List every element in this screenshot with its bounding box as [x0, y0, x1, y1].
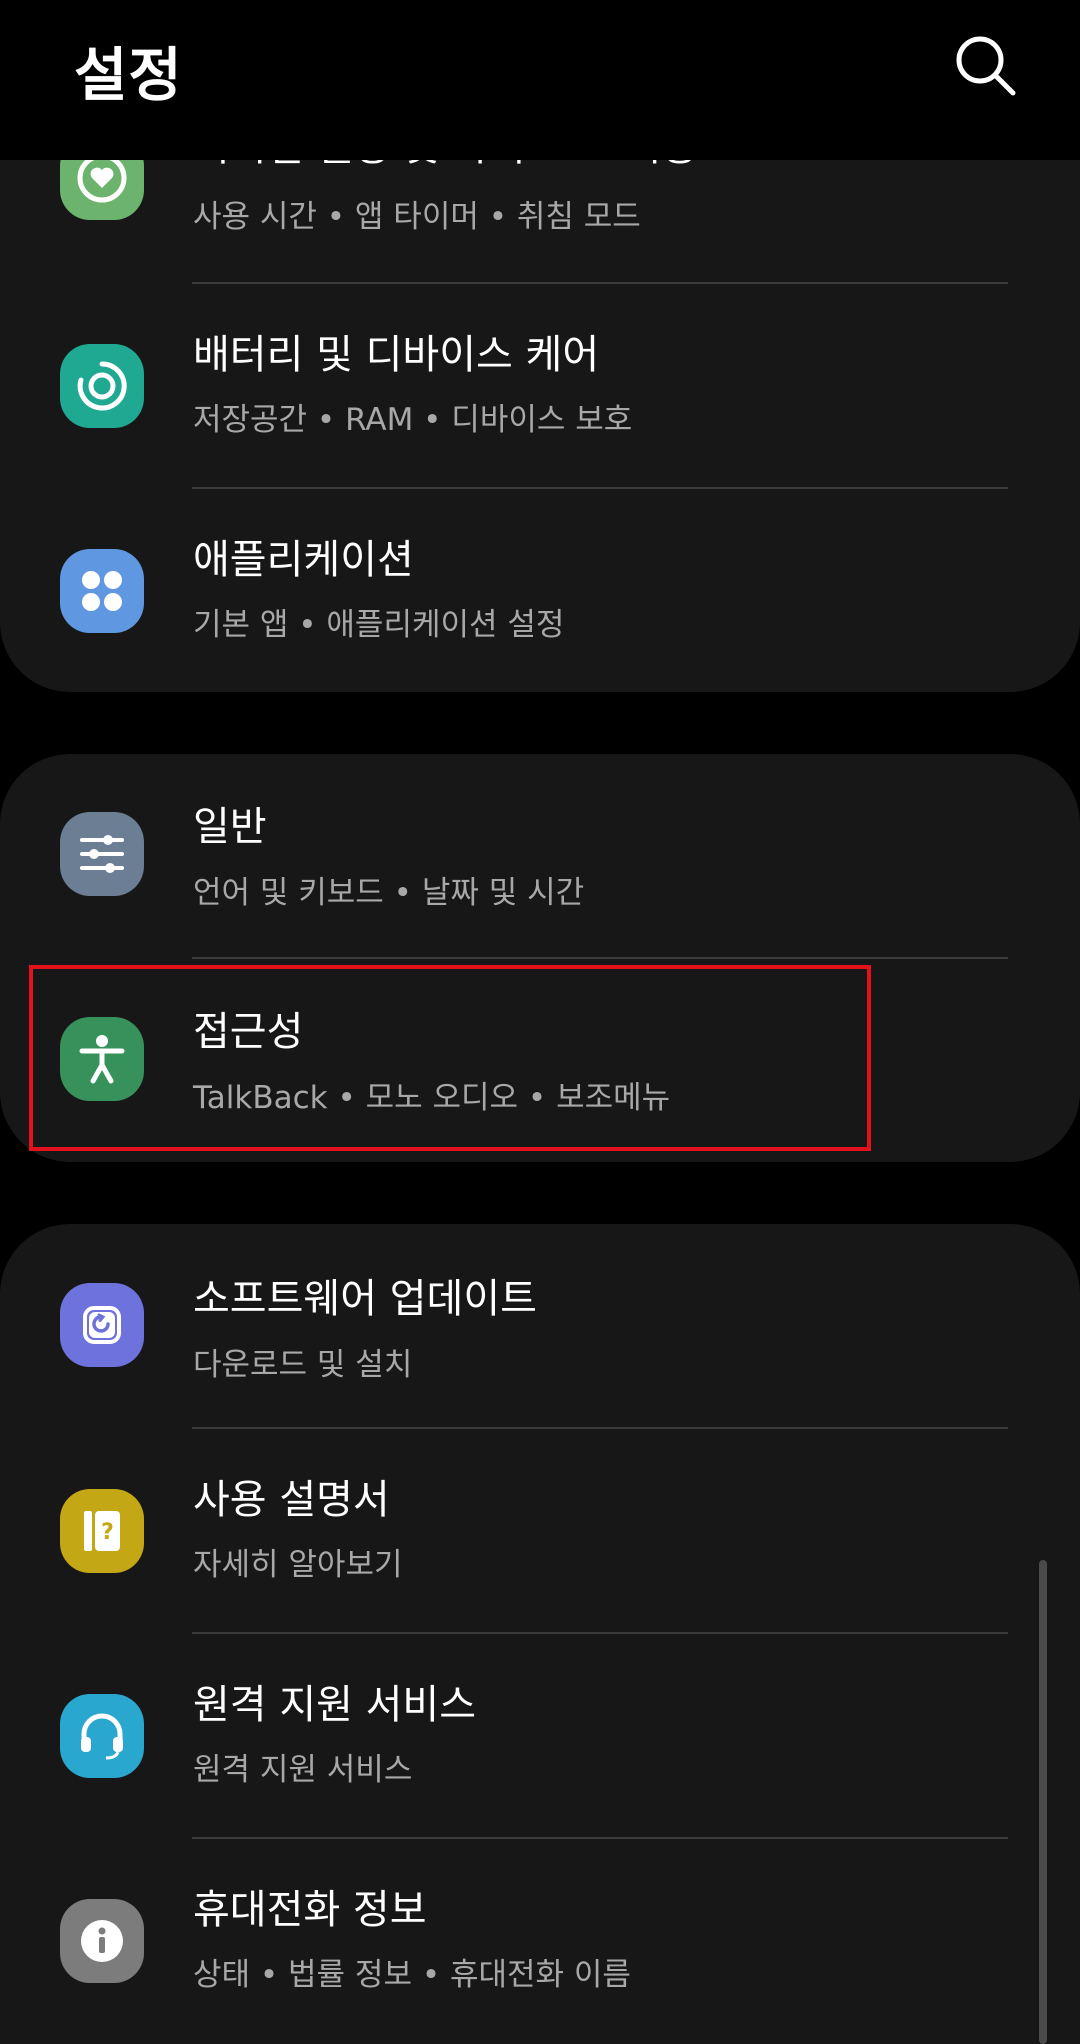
settings-item-subtitle: 사용 시간 • 앱 타이머 • 취침 모드 [193, 199, 641, 235]
app-header: 설정 [0, 0, 1080, 160]
apps-grid-icon [82, 571, 122, 611]
settings-item-title: 일반 [193, 804, 267, 850]
search-icon [956, 36, 1016, 96]
settings-item-applications[interactable]: 애플리케이션 기본 앱 • 애플리케이션 설정 [0, 489, 1080, 692]
software-update-icon [83, 1306, 121, 1344]
user-manual-icon: ? [84, 1511, 120, 1551]
settings-item-title: 원격 지원 서비스 [193, 1682, 477, 1728]
settings-item-software-update[interactable]: 소프트웨어 업데이트 다운로드 및 설치 [0, 1224, 1080, 1429]
settings-item-title: 디지털 웰빙 및 자녀 보호 기능 [193, 160, 698, 172]
settings-group-3: 소프트웨어 업데이트 다운로드 및 설치 ? 사용 설명서 자세히 알아보기 원… [0, 1224, 1080, 2044]
settings-item-remote-support[interactable]: 원격 지원 서비스 원격 지원 서비스 [0, 1634, 1080, 1839]
settings-item-user-manual[interactable]: ? 사용 설명서 자세히 알아보기 [0, 1429, 1080, 1634]
settings-item-digital-wellbeing[interactable]: 디지털 웰빙 및 자녀 보호 기능 사용 시간 • 앱 타이머 • 취침 모드 [0, 160, 1080, 284]
search-button[interactable] [950, 30, 1020, 100]
settings-item-subtitle: 자세히 알아보기 [193, 1547, 403, 1583]
settings-item-subtitle: 다운로드 및 설치 [193, 1347, 413, 1383]
settings-item-phone-info[interactable]: 휴대전화 정보 상태 • 법률 정보 • 휴대전화 이름 [0, 1839, 1080, 2044]
wellbeing-heart-icon [77, 160, 127, 203]
svg-text:?: ? [101, 1520, 114, 1545]
settings-item-title: 소프트웨어 업데이트 [193, 1276, 537, 1322]
settings-group-1: 디지털 웰빙 및 자녀 보호 기능 사용 시간 • 앱 타이머 • 취침 모드 … [0, 160, 1080, 692]
settings-item-title: 배터리 및 디바이스 케어 [193, 332, 600, 378]
page-title: 설정 [74, 41, 183, 109]
settings-item-battery-device-care[interactable]: 배터리 및 디바이스 케어 저장공간 • RAM • 디바이스 보호 [0, 284, 1080, 489]
settings-item-subtitle: 상태 • 법률 정보 • 휴대전화 이름 [193, 1957, 631, 1993]
device-care-icon [77, 361, 127, 411]
settings-item-subtitle: 저장공간 • RAM • 디바이스 보호 [193, 402, 633, 438]
settings-item-title: 사용 설명서 [193, 1477, 390, 1523]
highlight-box [29, 965, 871, 1151]
sliders-icon [80, 835, 124, 873]
headset-icon [81, 1713, 123, 1760]
settings-item-subtitle: 원격 지원 서비스 [193, 1752, 413, 1788]
settings-item-subtitle: 기본 앱 • 애플리케이션 설정 [193, 607, 565, 643]
scrollbar[interactable] [1039, 1560, 1047, 2044]
settings-item-subtitle: 언어 및 키보드 • 날짜 및 시간 [193, 875, 585, 911]
settings-item-title: 애플리케이션 [193, 537, 414, 583]
settings-item-general[interactable]: 일반 언어 및 키보드 • 날짜 및 시간 [0, 754, 1080, 959]
info-icon [81, 1920, 123, 1962]
settings-item-title: 휴대전화 정보 [193, 1887, 427, 1933]
